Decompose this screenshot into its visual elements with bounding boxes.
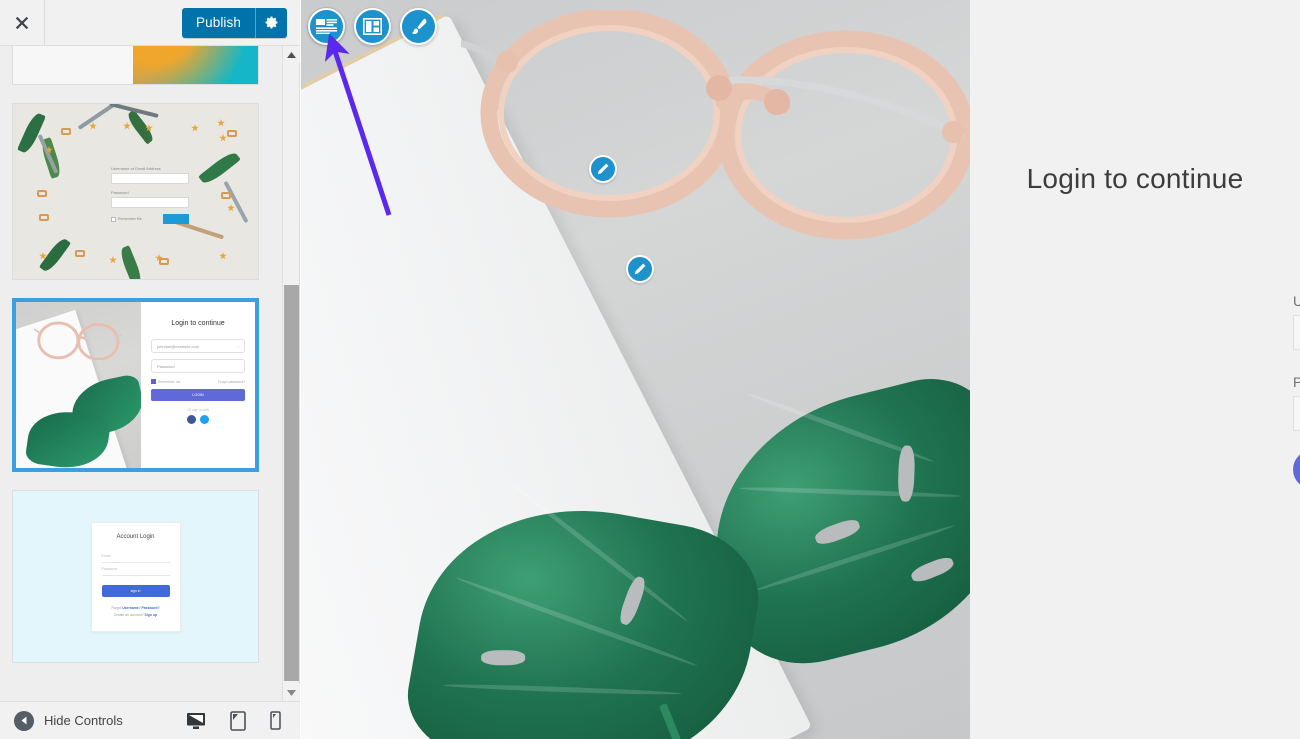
hero-photo [301, 0, 970, 739]
template-2-form: Username or Email Address Password Remem… [111, 166, 189, 224]
username-label: Username [1293, 293, 1300, 309]
template-2-background: Username or Email Address Password Remem… [13, 104, 258, 279]
username-input[interactable] [1293, 315, 1300, 350]
scrollbar-up-button[interactable] [283, 46, 300, 63]
device-preview-switcher [186, 710, 281, 731]
customizer-sidebar: Publish •••••••• [0, 0, 300, 739]
template-3-email-input: johndoe@example.com ◌ [151, 339, 245, 353]
log-in-button[interactable]: Log In [1293, 450, 1300, 489]
template-3-password-input: Password [151, 359, 245, 373]
template-3-form: Login to continue johndoe@example.com ◌ … [141, 302, 255, 468]
template-2-username-input [111, 173, 189, 184]
twitter-icon [200, 415, 209, 424]
template-4-forgot-prefix: Forgot [111, 605, 122, 610]
template-3-forgot-link: Forgot password? [217, 379, 245, 384]
template-4-create-prefix: Create an account? [114, 612, 144, 617]
customizer-app: Publish •••••••• [0, 0, 1300, 739]
paintbrush-icon [411, 18, 427, 34]
mobile-icon[interactable] [270, 711, 281, 730]
template-4-create-row: Create an account? Sign up [102, 613, 170, 617]
username-field-block: Username [1293, 293, 1300, 350]
pencil-edit-icon [634, 263, 646, 275]
columns-layout-button[interactable] [354, 8, 391, 45]
content-layout-icon [316, 19, 337, 34]
glasses-icon [34, 321, 122, 360]
caret-up-icon [287, 51, 296, 58]
template-thumbnail-list[interactable]: •••••••• Remember Me Log In Lost your pa… [0, 46, 283, 701]
publish-group: Publish [182, 7, 287, 38]
template-2-password-input [111, 197, 189, 208]
checkbox-icon [111, 216, 116, 222]
template-2-remember-label: Remember Me [118, 217, 142, 221]
pencil-edit-icon [597, 163, 609, 175]
style-paintbrush-button[interactable] [400, 8, 437, 45]
template-4-signin-button: sign in [101, 584, 170, 597]
template-thumbnail-1[interactable]: •••••••• Remember Me Log In Lost your pa… [12, 46, 259, 85]
template-3-image [16, 302, 141, 468]
publish-settings-button[interactable] [255, 7, 287, 38]
template-3-remember-label: Remember me [158, 379, 181, 384]
scrollbar-thumb[interactable] [284, 285, 299, 681]
publish-button[interactable]: Publish [182, 7, 255, 38]
template-1-form-side: •••••••• Remember Me Log In Lost your pa… [13, 46, 133, 84]
template-1-image [133, 46, 258, 84]
template-3-email-value: johndoe@example.com [157, 343, 200, 349]
password-field-block: Password [1293, 374, 1300, 431]
template-3-preview: Login to continue johndoe@example.com ◌ … [16, 302, 255, 468]
template-thumbnail-3[interactable]: Login to continue johndoe@example.com ◌ … [12, 298, 259, 472]
checkbox-icon [151, 379, 156, 384]
template-4-forgot-link: Username / Password? [122, 605, 160, 610]
template-4-signup-link: Sign up [144, 612, 157, 617]
template-4-card: Account Login Email Password sign in For… [90, 521, 181, 632]
content-layout-button[interactable] [308, 8, 345, 45]
customizer-footer: Hide Controls [0, 701, 300, 739]
template-4-title: Account Login [116, 533, 155, 540]
template-4-email-input: Email [101, 550, 170, 563]
desktop-icon[interactable] [186, 712, 206, 730]
page-title: Login to continue [1026, 163, 1244, 194]
chevron-left-icon [14, 710, 34, 731]
scrollbar-down-button[interactable] [283, 684, 300, 701]
template-3-login-button: LOGIN [151, 389, 245, 401]
template-4-password-input: Password [101, 563, 170, 576]
sidebar-scrollbar[interactable] [282, 46, 300, 701]
template-1-preview: •••••••• Remember Me Log In Lost your pa… [13, 46, 258, 84]
template-2-username-label: Username or Email Address [111, 166, 161, 171]
user-icon: ◌ [236, 343, 239, 349]
template-2-remember-row: Remember Me [111, 214, 189, 224]
hide-controls-button[interactable]: Hide Controls [14, 710, 123, 731]
site-preview: Login to continue Username Password Log … [301, 0, 1300, 739]
template-3-password-placeholder: Password [157, 363, 175, 369]
caret-down-icon [287, 689, 296, 696]
columns-layout-icon [363, 18, 382, 35]
builder-toolbar [308, 8, 437, 45]
template-3-social-label: Or sign in with [187, 408, 209, 412]
gear-icon [265, 16, 278, 29]
template-3-title: Login to continue [171, 320, 225, 327]
template-3-socials [151, 415, 245, 424]
template-2-login-button [163, 214, 189, 224]
edit-shortcut-title[interactable] [589, 155, 617, 183]
password-input[interactable] [1293, 396, 1300, 431]
template-3-remember-row: Remember me Forgot password? [151, 379, 245, 384]
edit-shortcut-form[interactable] [626, 255, 654, 283]
hide-controls-label: Hide Controls [44, 713, 123, 728]
template-4-forgot-row: Forgot Username / Password? [102, 606, 170, 610]
customizer-header: Publish [0, 0, 300, 46]
template-2-password-label: Password [111, 190, 129, 195]
close-customizer-button[interactable] [0, 0, 45, 45]
tablet-icon[interactable] [230, 710, 246, 731]
template-thumbnail-2[interactable]: Username or Email Address Password Remem… [12, 103, 259, 280]
login-form-panel: Login to continue Username Password Log … [970, 0, 1300, 739]
password-label: Password [1293, 374, 1300, 390]
facebook-icon [187, 415, 196, 424]
template-thumbnail-4[interactable]: Account Login Email Password sign in For… [12, 490, 259, 663]
template-4-links: Forgot Username / Password? Create an ac… [102, 606, 170, 617]
glasses-icon [461, 10, 970, 240]
close-icon [15, 16, 29, 29]
